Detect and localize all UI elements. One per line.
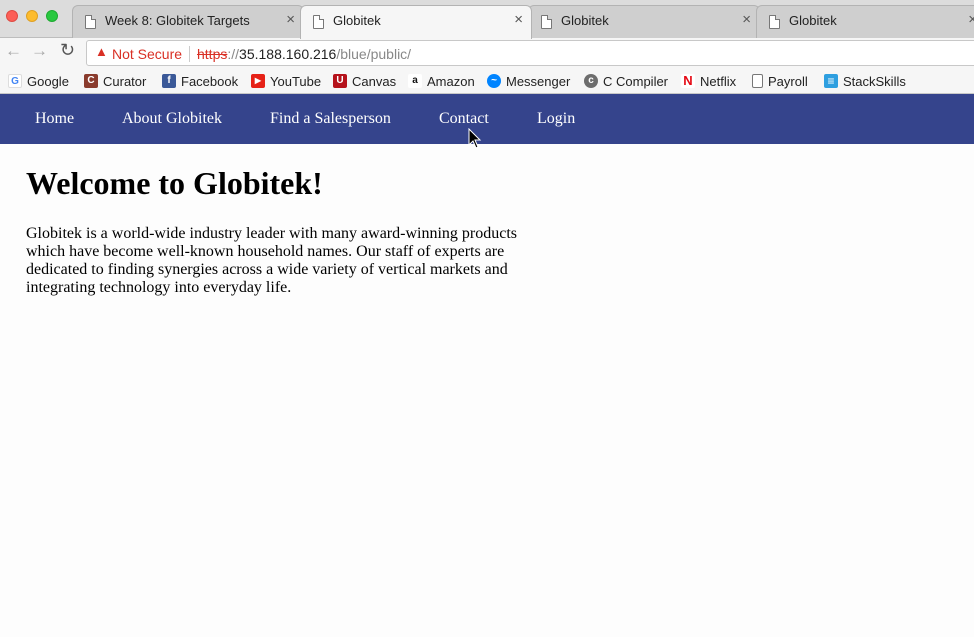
bookmark-label: Netflix (700, 73, 737, 89)
bookmark-amazon[interactable]: a Amazon (408, 72, 475, 90)
nav-about-link[interactable]: About Globitek (122, 110, 222, 128)
url-host: 35.188.160.216 (239, 46, 337, 62)
bookmark-label: Amazon (427, 73, 475, 89)
close-tab-icon[interactable]: × (514, 12, 523, 27)
page-icon (752, 74, 763, 88)
tab-globitek-2[interactable]: Globitek × (528, 5, 760, 38)
tab-globitek-active[interactable]: Globitek × (300, 5, 532, 39)
bookmark-messenger[interactable]: ~ Messenger (487, 72, 570, 90)
amazon-icon: a (408, 74, 422, 88)
close-tab-icon[interactable]: × (742, 12, 751, 27)
nav-login-link[interactable]: Login (537, 110, 575, 128)
security-label[interactable]: Not Secure (112, 46, 182, 62)
tab-title: Globitek (561, 13, 609, 28)
tab-week8[interactable]: Week 8: Globitek Targets × (72, 5, 304, 38)
minimize-window-button[interactable] (26, 10, 38, 22)
warning-icon[interactable]: ▲ (95, 44, 108, 59)
bookmark-payroll[interactable]: Payroll (752, 72, 808, 90)
bookmarks-bar: G Google C Curator f Facebook ▶ YouTube … (0, 68, 974, 94)
bookmark-label: Messenger (506, 73, 571, 89)
browser-toolbar: ← → ↻ ▲ Not Secure https://35.188.160.21… (0, 38, 974, 68)
back-arrow-icon[interactable]: ← (5, 42, 22, 59)
close-window-button[interactable] (6, 10, 18, 22)
nav-find-salesperson-link[interactable]: Find a Salesperson (270, 110, 391, 128)
bookmark-label: StackSkills (843, 73, 906, 89)
bookmark-label: Curator (103, 73, 147, 89)
url-separator: :// (227, 46, 240, 62)
stackskills-icon: ≡ (824, 74, 838, 88)
canvas-icon: U (333, 74, 347, 88)
nav-contact-link[interactable]: Contact (439, 110, 489, 128)
bookmark-stackskills[interactable]: ≡ StackSkills (824, 72, 906, 90)
bookmark-label: C Compiler (603, 73, 669, 89)
tab-strip: Week 8: Globitek Targets × Globitek × Gl… (0, 0, 974, 39)
tab-title: Globitek (333, 13, 381, 28)
bookmark-google[interactable]: G Google (8, 72, 69, 90)
bookmark-canvas[interactable]: U Canvas (333, 72, 396, 90)
page-icon (769, 15, 780, 29)
bookmark-label: Facebook (181, 73, 239, 89)
maximize-window-button[interactable] (46, 10, 58, 22)
page-icon (541, 15, 552, 29)
bookmark-label: Canvas (352, 73, 397, 89)
url-text[interactable]: https://35.188.160.216/blue/public/ (197, 46, 411, 62)
bookmark-netflix[interactable]: N Netflix (681, 72, 736, 90)
url-path: /blue/public/ (336, 46, 412, 62)
curator-icon: C (84, 74, 98, 88)
forward-arrow-icon[interactable]: → (31, 42, 48, 59)
url-scheme: https (197, 46, 228, 62)
page-title: Welcome to Globitek! (26, 165, 323, 201)
messenger-icon: ~ (487, 74, 501, 88)
nav-home-link[interactable]: Home (35, 110, 74, 128)
page-icon (313, 15, 324, 29)
bookmark-label: Google (27, 73, 69, 89)
tab-title: Week 8: Globitek Targets (105, 13, 250, 28)
facebook-icon: f (162, 74, 176, 88)
close-tab-icon[interactable]: × (968, 12, 974, 27)
address-divider (189, 46, 190, 62)
bookmark-facebook[interactable]: f Facebook (162, 72, 238, 90)
c-compiler-icon: c (584, 74, 598, 88)
netflix-icon: N (681, 74, 695, 88)
main-content: Welcome to Globitek! Globitek is a world… (26, 164, 546, 297)
bookmark-curator[interactable]: C Curator (84, 72, 146, 90)
bookmark-youtube[interactable]: ▶ YouTube (251, 72, 321, 90)
google-icon: G (8, 74, 22, 88)
tab-globitek-3[interactable]: Globitek × (756, 5, 974, 38)
reload-icon[interactable]: ↻ (60, 41, 75, 59)
bookmark-label: YouTube (270, 73, 322, 89)
site-nav-bar: Home About Globitek Find a Salesperson C… (0, 94, 974, 144)
youtube-icon: ▶ (251, 74, 265, 88)
address-bar[interactable]: ▲ Not Secure https://35.188.160.216/blue… (86, 40, 974, 66)
mouse-cursor-icon (468, 128, 482, 149)
intro-paragraph: Globitek is a world-wide industry leader… (26, 225, 517, 296)
bookmark-c-compiler[interactable]: c C Compiler (584, 72, 668, 90)
close-tab-icon[interactable]: × (286, 12, 295, 27)
bookmark-label: Payroll (768, 73, 808, 89)
page-icon (85, 15, 96, 29)
tab-title: Globitek (789, 13, 837, 28)
